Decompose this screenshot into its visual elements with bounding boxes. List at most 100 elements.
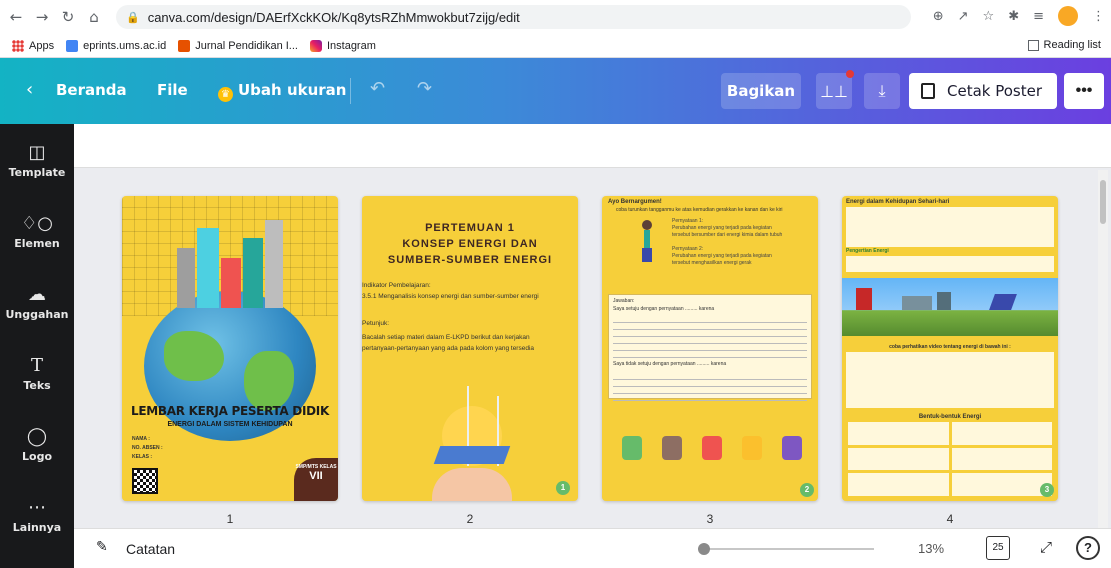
forward-arrow-icon[interactable]: → [32, 8, 52, 26]
bookmark-apps[interactable]: Apps [12, 39, 54, 52]
definition-heading: Pengertian Energi [846, 248, 889, 254]
redo-icon[interactable]: ↷ [417, 78, 432, 99]
sidebar-item-template[interactable]: ◫ Template [0, 142, 74, 179]
page-heading: Energi dalam Kehidupan Sehari-hari [846, 199, 950, 205]
indicator-heading: Indikator Pembelajaran: [362, 282, 431, 289]
url-text: canva.com/design/DAErfXckKOk/Kq8ytsRZhMm… [147, 9, 520, 25]
instagram-icon [309, 39, 322, 52]
video-block [846, 352, 1054, 408]
print-icon [921, 83, 935, 99]
worksheet-title: LEMBAR KERJA PESERTA DIDIK [131, 404, 329, 418]
file-menu[interactable]: File [157, 81, 188, 99]
avatar[interactable] [1058, 6, 1078, 26]
intro-text: coba turunkan tangganmu ke atas kemudian… [616, 207, 783, 213]
notification-dot [846, 70, 854, 78]
reading-list[interactable]: Reading list [1027, 39, 1101, 51]
page-badge: 2 [800, 483, 814, 497]
editor-header: ‹ Beranda File ♛ Ubah ukuran ↶ ↷ Bagikan … [0, 58, 1111, 124]
page-thumbnail-3[interactable]: Ayo Bernargumen! coba turunkan tangganmu… [602, 196, 818, 501]
bookmark-jurnal[interactable]: Jurnal Pendidikan I... [178, 39, 298, 52]
text-icon: T [30, 355, 43, 376]
bookmark-eprints[interactable]: eprints.ums.ac.id [66, 39, 166, 52]
sidebar-item-logo[interactable]: ◯ Logo [0, 426, 74, 463]
qr-code [132, 468, 158, 494]
help-button[interactable]: ? [1076, 536, 1100, 560]
undo-icon[interactable]: ↶ [370, 78, 385, 99]
browser-actions: ⊕ ↗ ☆ ✱ ≡ ⋮ [933, 6, 1105, 26]
template-icon: ◫ [28, 142, 46, 163]
menu-icon[interactable]: ⋮ [1092, 9, 1105, 24]
notes-button[interactable]: Catatan [126, 541, 175, 557]
page-badge: 1 [556, 481, 570, 495]
context-toolbar [74, 124, 1111, 168]
sidebar-item-teks[interactable]: T Teks [0, 355, 74, 392]
bookmarks-bar: Apps eprints.ums.ac.id Jurnal Pendidikan… [0, 34, 1111, 58]
home-button[interactable]: Beranda [56, 81, 127, 99]
download-button[interactable]: ⤓ [864, 73, 900, 109]
resize-button[interactable]: ♛ Ubah ukuran [218, 81, 346, 102]
sidebar: ◫ Template ♢○ Elemen ☁ Unggahan T Teks ◯… [0, 124, 74, 568]
playlist-icon[interactable]: ≡ [1033, 9, 1044, 24]
activity-icons [612, 436, 812, 466]
page-number-4: 4 [946, 512, 954, 526]
address-bar[interactable]: 🔒 canva.com/design/DAErfXckKOk/Kq8ytsRZh… [116, 5, 911, 29]
page-count-button[interactable]: 25 [986, 536, 1010, 560]
zoom-icon[interactable]: ⊕ [933, 9, 944, 24]
print-poster-button[interactable]: Cetak Poster [909, 73, 1057, 109]
share-page-icon[interactable]: ↗ [958, 9, 969, 24]
sidebar-item-unggahan[interactable]: ☁ Unggahan [0, 284, 74, 321]
sidebar-item-lainnya[interactable]: ⋯ Lainnya [0, 497, 74, 534]
energy-forms-grid [848, 422, 1052, 496]
back-arrow-icon[interactable]: ← [6, 8, 26, 26]
statements: Pernyataan 1: Perubahan energi yang terja… [672, 218, 783, 266]
definition-block [846, 256, 1054, 272]
sidebar-item-elemen[interactable]: ♢○ Elemen [0, 213, 74, 250]
extensions-icon[interactable]: ✱ [1008, 9, 1019, 24]
page-thumbnail-1[interactable]: LEMBAR KERJA PESERTA DIDIK ENERGI DALAM … [122, 196, 338, 501]
scrollbar-thumb[interactable] [1100, 180, 1106, 224]
journal-icon [178, 39, 191, 52]
bullets-block [846, 207, 1054, 247]
star-icon[interactable]: ☆ [983, 9, 995, 24]
notes-icon: ✎ [96, 539, 108, 555]
page-badge: 3 [1040, 483, 1054, 497]
elements-icon: ♢○ [21, 213, 53, 234]
more-options-button[interactable]: ••• [1064, 73, 1104, 109]
zoom-slider[interactable] [698, 543, 874, 555]
insights-button[interactable]: ⊥⊥ [816, 70, 854, 109]
indicator-body: 3.5.1 Menganalisis konsep energi dan sum… [362, 293, 539, 300]
logo-icon: ◯ [26, 426, 48, 447]
reload-icon[interactable]: ↻ [58, 8, 78, 26]
more-icon: ⋯ [28, 497, 46, 518]
page-title-line1: PERTEMUAN 1 [425, 222, 515, 234]
page-icon [66, 39, 79, 52]
lock-icon: 🔒 [126, 10, 140, 24]
upload-icon: ☁ [28, 284, 46, 305]
zoom-level[interactable]: 13% [918, 541, 944, 556]
home-icon[interactable]: ⌂ [84, 8, 104, 26]
video-caption: coba perhatikan video tentang energi di … [889, 344, 1011, 350]
page-thumbnail-2[interactable]: PERTEMUAN 1 KONSEP ENERGI DAN SUMBER-SUM… [362, 196, 578, 501]
bottom-bar: ✎ Catatan 13% 25 ⤢ ? [74, 528, 1111, 568]
bookmark-instagram[interactable]: Instagram [309, 39, 376, 52]
zoom-slider-handle[interactable] [698, 543, 710, 555]
crown-icon: ♛ [218, 87, 233, 102]
bar-chart-icon: ⊥⊥ [820, 81, 848, 101]
download-icon: ⤓ [878, 81, 886, 100]
page-number-2: 2 [466, 512, 474, 526]
energy-landscape-image [842, 278, 1058, 336]
share-button[interactable]: Bagikan [721, 73, 801, 109]
instructions-heading: Petunjuk: [362, 320, 390, 327]
divider [350, 78, 351, 104]
fullscreen-icon[interactable]: ⤢ [1040, 538, 1052, 556]
page-number-1: 1 [226, 512, 234, 526]
reading-list-icon [1027, 39, 1039, 51]
worksheet-subtitle: ENERGI DALAM SISTEM KEHIDUPAN [167, 421, 293, 428]
stretching-person-graphic [632, 220, 662, 262]
answer-box[interactable]: Jawaban: Saya setuju dengan pernyataan .… [608, 294, 812, 401]
page-thumbnail-4[interactable]: Energi dalam Kehidupan Sehari-hari Penge… [842, 196, 1058, 501]
city-buildings-graphic [177, 216, 287, 308]
back-chevron-icon[interactable]: ‹ [26, 79, 33, 100]
page-title-line3: SUMBER-SUMBER ENERGI [387, 254, 553, 266]
earth-globe-graphic [144, 291, 316, 441]
